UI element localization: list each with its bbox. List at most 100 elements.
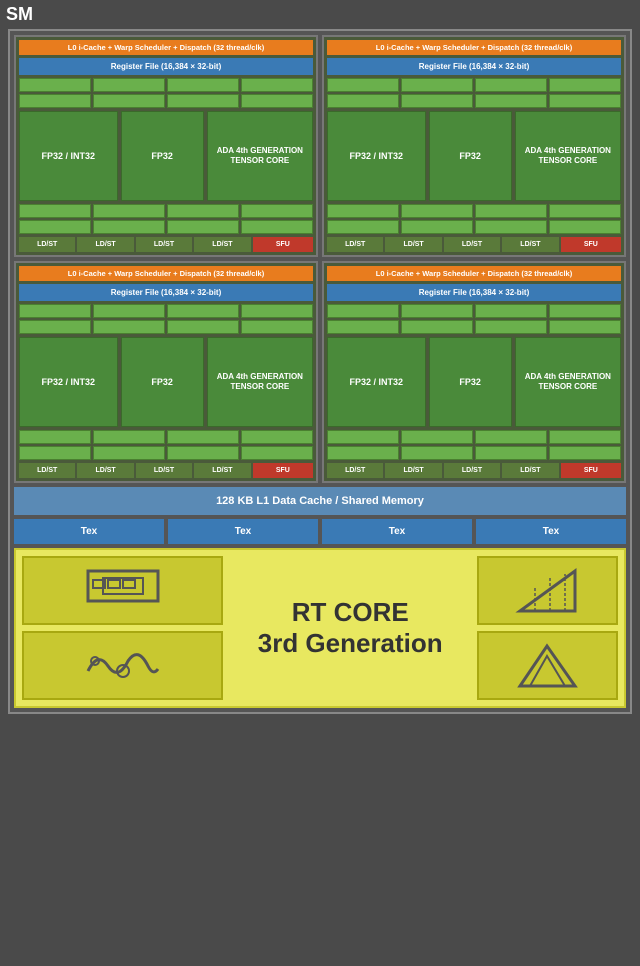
bot-small-grid-1 — [327, 204, 621, 234]
fp32-int32-1: FP32 / INT32 — [327, 111, 426, 201]
func-area-0: FP32 / INT32 FP32 ADA 4th GENERATION TEN… — [19, 111, 313, 201]
grid-cell — [401, 94, 473, 108]
grid-cell — [167, 204, 239, 218]
tensor-core-3: ADA 4th GENERATION TENSOR CORE — [515, 337, 621, 427]
tensor-core-0: ADA 4th GENERATION TENSOR CORE — [207, 111, 313, 201]
grid-cell — [475, 78, 547, 92]
bot-small-grid-3 — [327, 430, 621, 460]
grid-cell — [401, 204, 473, 218]
grid-cell — [327, 78, 399, 92]
tensor-core-2: ADA 4th GENERATION TENSOR CORE — [207, 337, 313, 427]
fp32-int32-0: FP32 / INT32 — [19, 111, 118, 201]
fp32-0: FP32 — [121, 111, 204, 201]
ldst-3: LD/ST — [194, 237, 250, 252]
ldst-5: LD/ST — [385, 237, 441, 252]
grid-cell — [549, 446, 621, 460]
grid-cell — [93, 304, 165, 318]
wave-icon — [83, 641, 163, 691]
tex-1: Tex — [168, 519, 318, 544]
grid-cell — [93, 446, 165, 460]
rt-triangle-top — [477, 556, 618, 625]
ldst-4: LD/ST — [327, 237, 383, 252]
grid-cell — [19, 446, 91, 460]
grid-cell — [327, 304, 399, 318]
geo-icon — [515, 641, 580, 691]
grid-cell — [549, 204, 621, 218]
grid-cell — [241, 320, 313, 334]
func-area-1: FP32 / INT32 FP32 ADA 4th GENERATION TEN… — [327, 111, 621, 201]
top-small-grid-0 — [19, 78, 313, 108]
rt-core-center: RT CORE 3rd Generation — [229, 550, 471, 706]
grid-cell — [93, 94, 165, 108]
grid-cell — [241, 446, 313, 460]
grid-cell — [401, 304, 473, 318]
ldst-row-0: LD/ST LD/ST LD/ST LD/ST SFU — [19, 237, 313, 252]
sub-proc-3: L0 i-Cache + Warp Scheduler + Dispatch (… — [322, 261, 626, 483]
grid-cell — [19, 430, 91, 444]
func-area-2: FP32 / INT32 FP32 ADA 4th GENERATION TEN… — [19, 337, 313, 427]
grid-cell — [475, 304, 547, 318]
l0-header-2: L0 i-Cache + Warp Scheduler + Dispatch (… — [19, 266, 313, 281]
grid-cell — [327, 430, 399, 444]
fp32-int32-3: FP32 / INT32 — [327, 337, 426, 427]
grid-cell — [401, 320, 473, 334]
grid-cell — [401, 430, 473, 444]
grid-cell — [19, 78, 91, 92]
fp32-int32-2: FP32 / INT32 — [19, 337, 118, 427]
grid-cell — [167, 78, 239, 92]
grid-cell — [549, 94, 621, 108]
grid-cell — [327, 220, 399, 234]
grid-cell — [241, 78, 313, 92]
sfu-3: SFU — [561, 463, 621, 478]
tensor-core-1: ADA 4th GENERATION TENSOR CORE — [515, 111, 621, 201]
rt-right-panels — [471, 550, 624, 706]
grid-cell — [327, 94, 399, 108]
ldst-row-1: LD/ST LD/ST LD/ST LD/ST SFU — [327, 237, 621, 252]
rt-core-area: RT CORE 3rd Generation — [14, 548, 626, 708]
grid-cell — [241, 220, 313, 234]
grid-cell — [549, 220, 621, 234]
ldst-10: LD/ST — [136, 463, 192, 478]
grid-cell — [327, 446, 399, 460]
ldst-0: LD/ST — [19, 237, 75, 252]
top-small-grid-1 — [327, 78, 621, 108]
grid-cell — [93, 320, 165, 334]
ldst-13: LD/ST — [385, 463, 441, 478]
sub-proc-2: L0 i-Cache + Warp Scheduler + Dispatch (… — [14, 261, 318, 483]
triangle-icon — [515, 566, 580, 616]
grid-cell — [167, 304, 239, 318]
grid-cell — [475, 220, 547, 234]
grid-cell — [93, 220, 165, 234]
ldst-8: LD/ST — [19, 463, 75, 478]
grid-cell — [19, 220, 91, 234]
grid-cell — [475, 320, 547, 334]
grid-cell — [475, 94, 547, 108]
sfu-1: SFU — [561, 237, 621, 252]
reg-file-1: Register File (16,384 × 32-bit) — [327, 58, 621, 75]
reg-file-0: Register File (16,384 × 32-bit) — [19, 58, 313, 75]
grid-cell — [327, 320, 399, 334]
ldst-7: LD/ST — [502, 237, 558, 252]
rt-generation-label: 3rd Generation — [258, 628, 443, 659]
l0-header-1: L0 i-Cache + Warp Scheduler + Dispatch (… — [327, 40, 621, 55]
fp32-1: FP32 — [429, 111, 512, 201]
bot-small-grid-2 — [19, 430, 313, 460]
grid-cell — [549, 320, 621, 334]
bot-small-grid-0 — [19, 204, 313, 234]
grid-cell — [93, 78, 165, 92]
grid-cell — [327, 204, 399, 218]
ldst-6: LD/ST — [444, 237, 500, 252]
grid-cell — [167, 430, 239, 444]
ldst-14: LD/ST — [444, 463, 500, 478]
l0-header-0: L0 i-Cache + Warp Scheduler + Dispatch (… — [19, 40, 313, 55]
grid-cell — [475, 430, 547, 444]
ldst-2: LD/ST — [136, 237, 192, 252]
rt-triangle-bottom — [477, 631, 618, 700]
rt-icon-top — [22, 556, 223, 625]
ldst-1: LD/ST — [77, 237, 133, 252]
grid-cell — [167, 94, 239, 108]
ldst-9: LD/ST — [77, 463, 133, 478]
grid-cell — [549, 304, 621, 318]
grid-cell — [241, 430, 313, 444]
sub-proc-1: L0 i-Cache + Warp Scheduler + Dispatch (… — [322, 35, 626, 257]
